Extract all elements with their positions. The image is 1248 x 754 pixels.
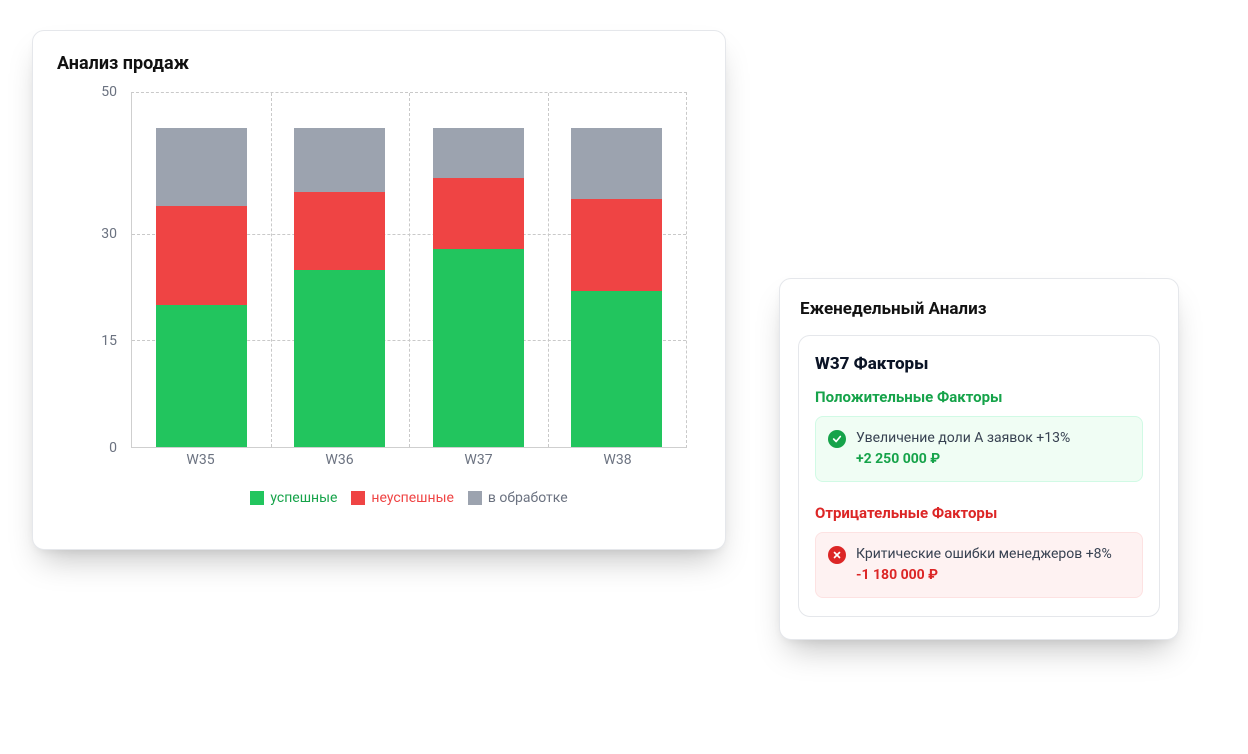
- bar-segment: [571, 128, 662, 199]
- positive-factor-amount: +2 250 000 ₽: [856, 450, 1128, 469]
- sales-analysis-card: Анализ продаж 0 15 30 50 W35 W36 W37 W38 успеш…: [32, 30, 726, 550]
- bar-segment: [433, 178, 524, 249]
- plot-area: [131, 92, 687, 448]
- x-tick-label: W35: [186, 452, 214, 468]
- bar-segment: [571, 291, 662, 447]
- negative-section: Отрицательные Факторы Критические ошибки…: [815, 504, 1143, 598]
- bar-segment: [433, 249, 524, 447]
- bar-column: [433, 93, 524, 447]
- legend-swatch-processing-icon: [468, 491, 482, 505]
- x-tick-label: W37: [464, 452, 492, 468]
- legend: успешные неуспешные в обработке: [131, 490, 687, 506]
- weekly-analysis-card: Еженедельный Анализ W37 Факторы Положите…: [779, 278, 1179, 640]
- y-axis: 0153050: [55, 92, 125, 448]
- bar-segment: [294, 270, 385, 447]
- negative-factor-desc: Критические ошибки менеджеров +8%: [856, 545, 1128, 564]
- sales-chart: 0 15 30 50 W35 W36 W37 W38 успешные неуспешные: [55, 82, 703, 512]
- bar-column: [571, 93, 662, 447]
- x-tick-label: W36: [325, 452, 353, 468]
- negative-heading: Отрицательные Факторы: [815, 504, 1143, 522]
- weekly-inner-title: W37 Факторы: [815, 354, 1143, 374]
- check-circle-icon: [828, 430, 846, 448]
- weekly-inner-card: W37 Факторы Положительные Факторы Увелич…: [798, 335, 1160, 617]
- positive-factor-desc: Увеличение доли A заявок +13%: [856, 429, 1128, 448]
- legend-swatch-success-icon: [250, 491, 264, 505]
- bar-segment: [156, 128, 247, 206]
- y-tick-label: 15: [101, 333, 117, 349]
- bar-segment: [156, 206, 247, 305]
- bar-segment: [294, 192, 385, 270]
- legend-label-fail: неуспешные: [371, 490, 453, 506]
- x-axis: W35 W36 W37 W38: [131, 452, 687, 472]
- bar-column: [294, 93, 385, 447]
- negative-factor-text: Критические ошибки менеджеров +8% -1 180…: [856, 545, 1128, 585]
- sales-title: Анализ продаж: [57, 53, 703, 74]
- negative-factor-item: Критические ошибки менеджеров +8% -1 180…: [815, 532, 1143, 598]
- positive-factor-text: Увеличение доли A заявок +13% +2 250 000…: [856, 429, 1128, 469]
- bar-column: [156, 93, 247, 447]
- gridline-vertical: [409, 93, 410, 447]
- bar-segment: [433, 128, 524, 178]
- legend-item-processing: в обработке: [468, 490, 568, 506]
- legend-swatch-fail-icon: [351, 491, 365, 505]
- x-tick-label: W38: [603, 452, 631, 468]
- positive-section: Положительные Факторы Увеличение доли A …: [815, 388, 1143, 482]
- gridline-vertical: [548, 93, 549, 447]
- positive-heading: Положительные Факторы: [815, 388, 1143, 406]
- y-tick-label: 0: [109, 440, 117, 456]
- y-tick-label: 50: [101, 84, 117, 100]
- bar-segment: [571, 199, 662, 291]
- legend-item-fail: неуспешные: [351, 490, 453, 506]
- bar-segment: [294, 128, 385, 192]
- negative-factor-amount: -1 180 000 ₽: [856, 566, 1128, 585]
- x-circle-icon: [828, 546, 846, 564]
- positive-factor-item: Увеличение доли A заявок +13% +2 250 000…: [815, 416, 1143, 482]
- bar-segment: [156, 305, 247, 447]
- y-tick-label: 30: [101, 226, 117, 242]
- gridline-vertical: [271, 93, 272, 447]
- weekly-title: Еженедельный Анализ: [800, 299, 1160, 319]
- legend-label-processing: в обработке: [488, 490, 568, 506]
- legend-label-success: успешные: [270, 490, 337, 506]
- legend-item-success: успешные: [250, 490, 337, 506]
